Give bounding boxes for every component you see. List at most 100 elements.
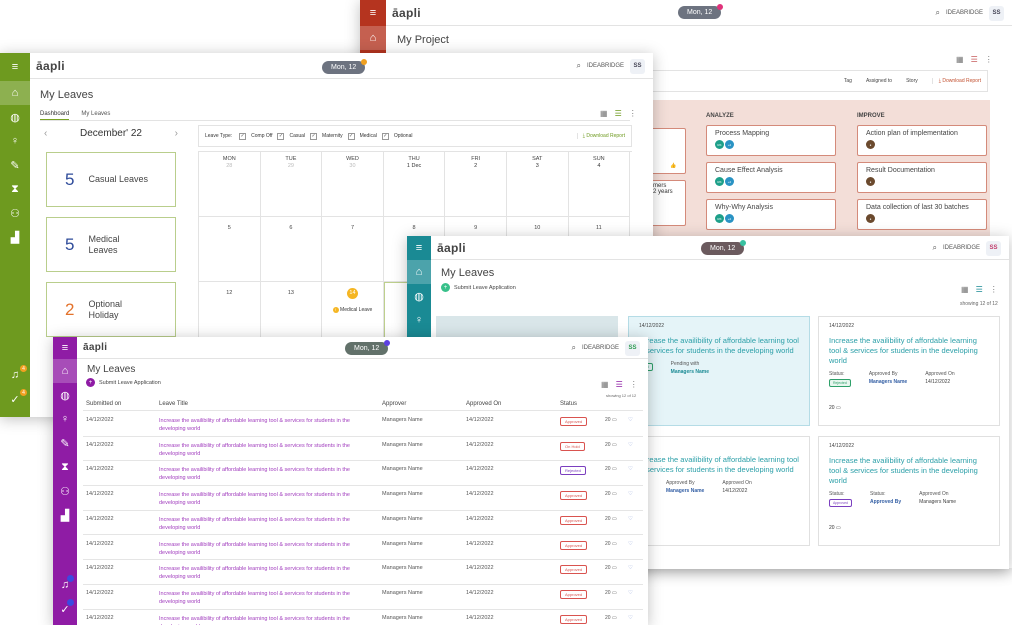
heart-icon[interactable]: ♡: [628, 516, 633, 522]
menu-icon[interactable]: ≡: [407, 236, 431, 260]
globe-icon[interactable]: ◍: [0, 105, 30, 129]
phase-card[interactable]: Data collection of last 30 batches ●: [857, 199, 987, 230]
checkbox[interactable]: ✓: [347, 132, 355, 140]
heart-icon[interactable]: ♡: [628, 466, 633, 472]
globe-icon[interactable]: ◍: [53, 383, 77, 407]
prev-month-button[interactable]: ‹: [44, 128, 47, 139]
comment-count[interactable]: 20 ▭: [829, 405, 841, 411]
column-header[interactable]: Submitted on: [86, 401, 121, 407]
comment-count[interactable]: 20 ▭: [829, 525, 841, 531]
date-pill[interactable]: Mon, 12: [701, 240, 747, 255]
comment-count[interactable]: 20 ▭: [605, 491, 617, 497]
leave-card[interactable]: 14/12/2022 Increase the availibility of …: [818, 316, 1000, 426]
comment-count[interactable]: 20 ▭: [605, 615, 617, 621]
avatar[interactable]: SS: [989, 5, 1004, 21]
table-row[interactable]: 14/12/2022 Increase the availibility of a…: [83, 437, 643, 462]
heart-icon[interactable]: ♡: [628, 615, 633, 621]
table-row[interactable]: 14/12/2022 Increase the availibility of a…: [83, 461, 643, 487]
grid-view-icon[interactable]: ▦: [601, 380, 609, 389]
phase-card[interactable]: Result Documentation ●: [857, 162, 987, 193]
table-row[interactable]: 14/12/2022 Increase the availibility of a…: [83, 511, 643, 536]
team-icon[interactable]: ⚇: [0, 201, 30, 225]
leave-title-link[interactable]: Increase the availibility of affordable …: [159, 442, 359, 458]
date-pill[interactable]: Mon, 12: [678, 4, 724, 19]
table-row[interactable]: 14/12/2022 Increase the availibility of a…: [83, 486, 643, 511]
calendar-day[interactable]: TUE 29: [260, 152, 323, 217]
bell-icon[interactable]: ♫: [53, 573, 77, 597]
comment-count[interactable]: 20 ▭: [605, 516, 617, 522]
search-icon[interactable]: ⌕: [577, 61, 581, 71]
heart-icon[interactable]: ♡: [628, 417, 633, 423]
phase-card[interactable]: Why-Why Analysis RK +2: [706, 199, 836, 230]
grid-view-icon[interactable]: ▦: [956, 55, 964, 64]
calendar-day[interactable]: WED 30: [322, 152, 384, 217]
table-row[interactable]: 14/12/2022 Increase the availibility of a…: [83, 610, 643, 625]
leave-card[interactable]: 14/12/2022 ncrease the availibility of a…: [628, 316, 810, 426]
chart-icon[interactable]: ▟: [0, 225, 30, 249]
more-icon[interactable]: ⋮: [990, 285, 998, 294]
date-pill[interactable]: Mon, 12: [322, 59, 368, 74]
home-icon[interactable]: ⌂: [53, 359, 77, 383]
avatar[interactable]: SS: [625, 340, 640, 356]
bulb-icon[interactable]: ♀: [407, 308, 431, 332]
check-icon[interactable]: ✓ 4: [0, 387, 30, 411]
leave-title-link[interactable]: Increase the availibility of affordable …: [159, 541, 359, 557]
checkbox[interactable]: ✓: [277, 132, 285, 140]
checkbox[interactable]: ✓: [310, 132, 318, 140]
phase-card[interactable]: Process Mapping RK +2: [706, 125, 836, 156]
tag-filter[interactable]: Tag: [844, 78, 852, 84]
leave-title-link[interactable]: Increase the availibility of affordable …: [159, 466, 359, 482]
calendar-day[interactable]: SAT 3: [506, 152, 569, 217]
balance-card-casual[interactable]: 5 Casual Leaves: [46, 152, 176, 207]
submit-leave-button[interactable]: + Submit Leave Application: [86, 378, 161, 387]
bulb-icon[interactable]: ♀: [53, 407, 77, 431]
menu-icon[interactable]: ≡: [360, 0, 386, 26]
menu-icon[interactable]: ≡: [0, 53, 30, 81]
bell-icon[interactable]: ♫ 4: [0, 363, 30, 387]
search-icon[interactable]: ⌕: [933, 243, 937, 253]
leave-title-link[interactable]: Increase the availibility of affordable …: [159, 491, 359, 507]
comment-count[interactable]: 20 ▭: [605, 466, 617, 472]
balance-card-medical[interactable]: 5 Medical Leaves: [46, 217, 176, 272]
calendar-day[interactable]: 7: [322, 217, 384, 282]
download-report-button[interactable]: ⤓ Download Report: [576, 133, 625, 139]
heart-icon[interactable]: ♡: [628, 442, 633, 448]
leave-title-link[interactable]: Increase the availibility of affordable …: [159, 417, 359, 433]
list-view-icon[interactable]: ☰: [976, 285, 983, 294]
leave-title-link[interactable]: Increase the availibility of affordable …: [159, 516, 359, 532]
list-view-icon[interactable]: ☰: [616, 380, 623, 389]
table-row[interactable]: 14/12/2022 Increase the availibility of a…: [83, 536, 643, 561]
table-row[interactable]: 14/12/2022 Increase the availibility of a…: [83, 560, 643, 585]
calendar-day[interactable]: THU 1 Dec: [383, 152, 446, 217]
leave-title-link[interactable]: Increase the availibility of affordable …: [159, 565, 359, 581]
grid-view-icon[interactable]: ▦: [961, 285, 969, 294]
avatar[interactable]: SS: [630, 58, 645, 74]
tab-my-leaves[interactable]: My Leaves: [81, 111, 110, 120]
comment-count[interactable]: 20 ▭: [605, 442, 617, 448]
calendar-day[interactable]: 6: [260, 217, 323, 282]
date-pill[interactable]: Mon, 12: [345, 340, 391, 355]
menu-icon[interactable]: ≡: [53, 337, 77, 359]
checkbox[interactable]: ✓: [239, 132, 247, 140]
phase-card[interactable]: 👍: [650, 128, 686, 174]
home-icon[interactable]: ⌂: [0, 81, 30, 105]
assigned-filter[interactable]: Assigned to: [866, 78, 892, 84]
edit-icon[interactable]: ✎: [53, 431, 77, 455]
heart-icon[interactable]: ♡: [628, 590, 633, 596]
column-header[interactable]: Approver: [382, 401, 406, 407]
more-icon[interactable]: ⋮: [985, 55, 993, 64]
search-icon[interactable]: ⌕: [572, 343, 576, 353]
calendar-day[interactable]: FRI 2: [445, 152, 507, 217]
column-header[interactable]: Status: [560, 401, 577, 407]
like-icon[interactable]: 👍: [670, 163, 676, 169]
globe-icon[interactable]: ◍: [407, 284, 431, 308]
bulb-icon[interactable]: ♀: [0, 129, 30, 153]
phase-card[interactable]: mers 2 years: [650, 180, 686, 226]
avatar[interactable]: SS: [986, 240, 1001, 256]
comment-count[interactable]: 20 ▭: [605, 541, 617, 547]
chart-icon[interactable]: ▟: [53, 503, 77, 527]
phase-card[interactable]: Cause Effect Analysis RK +2: [706, 162, 836, 193]
leave-title-link[interactable]: Increase the availibility of affordable …: [159, 590, 359, 606]
list-view-icon[interactable]: ☰: [615, 109, 622, 118]
leave-card[interactable]: ncrease the availibility of affordable l…: [628, 436, 810, 546]
